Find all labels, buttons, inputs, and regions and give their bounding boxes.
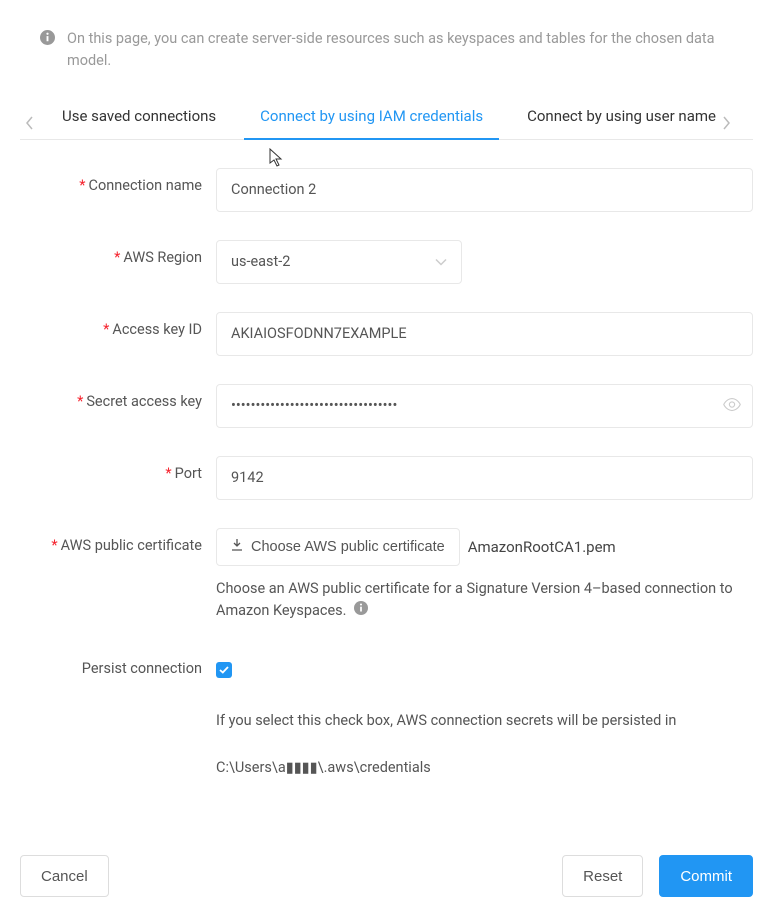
required-marker: *: [103, 321, 109, 338]
label-certificate: *AWS public certificate: [20, 528, 216, 554]
label-secret-access-key: *Secret access key: [20, 384, 216, 410]
tab-label: Use saved connections: [62, 107, 216, 125]
aws-region-select[interactable]: us-east-2: [216, 240, 462, 284]
tabs-prev-chevron[interactable]: [20, 116, 40, 130]
tabs: Use saved connections Connect by using I…: [20, 107, 753, 140]
required-marker: *: [114, 249, 120, 266]
eye-icon[interactable]: [723, 396, 741, 415]
label-connection-name: *Connection name: [20, 168, 216, 194]
certificate-filename: AmazonRootCA1.pem: [468, 538, 616, 556]
tab-label: Connect by using user name: [527, 107, 716, 125]
info-icon: [40, 30, 55, 52]
dialog-footer: Cancel Reset Commit: [20, 855, 753, 897]
tab-label: Connect by using IAM credentials: [260, 107, 483, 125]
row-connection-name: *Connection name Connection 2: [20, 168, 753, 212]
row-secret-access-key: *Secret access key •••••••••••••••••••••…: [20, 384, 753, 428]
choose-certificate-button[interactable]: Choose AWS public certificate: [216, 528, 460, 566]
label-persist: Persist connection: [20, 651, 216, 677]
download-icon: [231, 539, 243, 555]
row-aws-region: *AWS Region us-east-2: [20, 240, 753, 284]
info-icon[interactable]: [354, 600, 368, 622]
certificate-line: Choose AWS public certificate AmazonRoot…: [216, 528, 753, 566]
row-access-key-id: *Access key ID AKIAIOSFODNN7EXAMPLE: [20, 312, 753, 356]
commit-button[interactable]: Commit: [659, 855, 753, 897]
persist-path: C:\Users\a▮▮▮▮\.aws\credentials: [216, 759, 753, 776]
required-marker: *: [77, 393, 83, 410]
cancel-button[interactable]: Cancel: [20, 855, 109, 897]
port-input[interactable]: 9142: [216, 456, 753, 500]
required-marker: *: [79, 177, 85, 194]
persist-help-text: If you select this check box, AWS connec…: [216, 712, 753, 729]
label-port: *Port: [20, 456, 216, 482]
label-access-key-id: *Access key ID: [20, 312, 216, 338]
access-key-id-input[interactable]: AKIAIOSFODNN7EXAMPLE: [216, 312, 753, 356]
tab-saved-connections[interactable]: Use saved connections: [40, 107, 238, 139]
required-marker: *: [51, 537, 57, 554]
connection-name-input[interactable]: Connection 2: [216, 168, 753, 212]
required-marker: *: [165, 465, 171, 482]
row-certificate: *AWS public certificate Choose AWS publi…: [20, 528, 753, 623]
certificate-help-text: Choose an AWS public certificate for a S…: [216, 578, 753, 623]
footer-right: Reset Commit: [562, 855, 753, 897]
secret-access-key-input[interactable]: ••••••••••••••••••••••••••••••••••: [216, 384, 753, 428]
tab-username[interactable]: Connect by using user name: [505, 107, 716, 139]
connection-form: *Connection name Connection 2 *AWS Regio…: [0, 140, 773, 776]
row-port: *Port 9142: [20, 456, 753, 500]
label-aws-region: *AWS Region: [20, 240, 216, 266]
row-persist: Persist connection If you select this ch…: [20, 651, 753, 776]
persist-checkbox[interactable]: [216, 662, 232, 678]
chevron-down-icon: [435, 253, 447, 270]
tab-iam-credentials[interactable]: Connect by using IAM credentials: [238, 107, 505, 139]
reset-button[interactable]: Reset: [562, 855, 643, 897]
info-banner-text: On this page, you can create server-side…: [67, 28, 743, 72]
tabs-next-chevron[interactable]: [716, 116, 736, 130]
info-banner: On this page, you can create server-side…: [0, 0, 773, 82]
